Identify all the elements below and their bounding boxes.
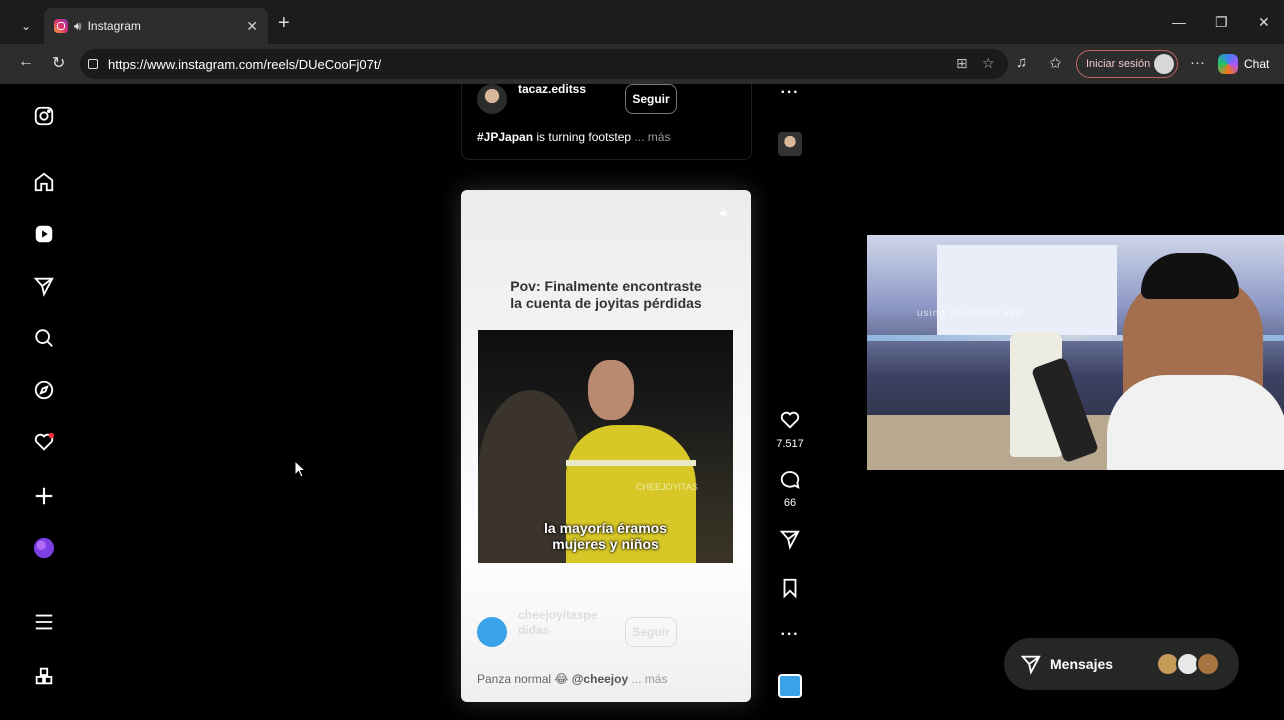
url-text: https://www.instagram.com/reels/DUeCooFj… — [108, 56, 382, 72]
search-icon[interactable] — [32, 326, 56, 350]
mouse-cursor-icon — [294, 460, 306, 478]
copilot-label: Chat — [1244, 57, 1270, 71]
more-menu-icon[interactable] — [32, 610, 56, 634]
profile-avatar-icon — [1154, 54, 1174, 74]
reel-caption[interactable]: Panza normal 😂 @cheejoy ... más — [477, 672, 667, 686]
direct-messages-icon[interactable] — [32, 274, 56, 298]
back-button[interactable]: ← — [18, 53, 34, 71]
refresh-button[interactable]: ↻ — [52, 53, 65, 73]
follow-button[interactable]: Seguir — [625, 84, 677, 114]
message-avatars — [1156, 652, 1222, 676]
like-button[interactable]: 7.517 — [770, 409, 810, 450]
reel-title-line1: Pov: Finalmente encontraste — [510, 278, 702, 294]
new-tab-button[interactable]: + — [278, 13, 290, 33]
video-subtitle: la mayoría éramos mujeres y niños — [478, 520, 733, 552]
tab-title: Instagram — [87, 19, 141, 33]
reel-author-username-line1: cheejoyitaspe — [518, 608, 598, 622]
home-icon[interactable] — [32, 170, 56, 194]
signin-button[interactable]: Iniciar sesión — [1076, 50, 1178, 78]
url-field[interactable]: https://www.instagram.com/reels/DUeCooFj… — [80, 49, 1008, 79]
direct-messages-icon — [1020, 655, 1041, 675]
profile-avatar-icon[interactable] — [32, 536, 56, 560]
app-available-icon[interactable]: ⊞ — [956, 55, 968, 72]
video-subtitle-line2: mujeres y niños — [552, 536, 659, 552]
media-control-icon[interactable]: ♫ — [1016, 54, 1027, 71]
caption-mention[interactable]: @cheejoy — [572, 672, 628, 686]
favorite-star-icon[interactable]: ☆ — [982, 55, 995, 72]
reel-title-text: Pov: Finalmente encontraste la cuenta de… — [461, 278, 751, 312]
reel-action-column: ··· 7.517 66 ··· — [770, 84, 810, 720]
copilot-chat-button[interactable]: Chat — [1218, 50, 1280, 78]
browser-tab-instagram[interactable]: 🔊︎ Instagram ✕ — [44, 8, 268, 44]
webcam-overlay-text: using droidcam app — [917, 308, 1023, 319]
more-options-icon[interactable]: ··· — [770, 84, 810, 102]
room-window — [937, 245, 1117, 335]
heart-icon[interactable] — [779, 409, 801, 431]
bookmark-icon[interactable] — [779, 577, 801, 599]
also-from-meta-icon[interactable] — [32, 664, 56, 688]
minimize-button[interactable]: — — [1172, 14, 1186, 30]
audio-toggle-icon[interactable]: 🔊︎ — [720, 206, 728, 221]
speaker-icon[interactable]: 🔊︎ — [74, 19, 82, 34]
reel-video-frame: CHEEJOYITAS la mayoría éramos mujeres y … — [478, 330, 733, 563]
caption-more-link[interactable]: ... más — [631, 130, 670, 144]
share-button[interactable] — [770, 528, 810, 555]
reel-author-username[interactable]: cheejoyitaspe didas — [518, 608, 608, 638]
instagram-logo-icon[interactable] — [32, 104, 56, 128]
reel-caption[interactable]: #JPJapan is turning footstep ... más — [477, 130, 670, 144]
streamer-shirt — [1107, 375, 1284, 470]
audio-thumbnail[interactable] — [770, 674, 810, 703]
browser-tab-bar: ⌄ 🔊︎ Instagram ✕ + — ❐ ✕ — [0, 0, 1284, 44]
messages-label: Mensajes — [1050, 656, 1114, 672]
like-count: 7.517 — [776, 438, 804, 450]
reel-title-line2: la cuenta de joyitas pérdidas — [510, 295, 702, 311]
signin-label: Iniciar sesión — [1086, 58, 1151, 70]
previous-audio-thumbnail[interactable] — [770, 132, 810, 161]
save-button[interactable] — [770, 577, 810, 604]
comment-count: 66 — [783, 497, 797, 509]
webcam-overlay: using droidcam app — [867, 235, 1284, 470]
more-options-icon[interactable]: ··· — [770, 626, 810, 644]
messages-button[interactable]: Mensajes — [1004, 638, 1239, 690]
reel-author-username-line2: didas — [518, 623, 550, 637]
person-figure — [588, 360, 634, 420]
reels-icon[interactable] — [32, 222, 56, 246]
video-watermark: CHEEJOYITAS — [636, 482, 698, 492]
close-tab-icon[interactable]: ✕ — [246, 18, 258, 35]
reel-author-avatar[interactable] — [477, 617, 507, 647]
caption-text: Panza normal 😂 — [477, 672, 572, 686]
follow-button[interactable]: Seguir — [625, 617, 677, 647]
previous-reel-card[interactable]: tacaz.editss Seguir #JPJapan is turning … — [461, 82, 752, 160]
tab-list-dropdown[interactable]: ⌄ — [12, 12, 40, 40]
streamer-beanie — [1141, 253, 1239, 299]
video-subtitle-line1: la mayoría éramos — [544, 520, 667, 536]
favorites-icon[interactable]: ✩ — [1049, 54, 1062, 72]
reel-video[interactable]: 🔊︎ Pov: Finalmente encontraste la cuenta… — [461, 190, 751, 702]
explore-icon[interactable] — [32, 378, 56, 402]
instagram-favicon-icon — [54, 19, 68, 33]
user-avatar[interactable] — [477, 84, 507, 114]
share-icon[interactable] — [779, 528, 801, 550]
restore-button[interactable]: ❐ — [1215, 14, 1228, 31]
caption-text: is turning footstep — [533, 130, 632, 144]
instagram-sidebar — [10, 84, 80, 720]
notifications-heart-icon[interactable] — [32, 430, 56, 454]
lock-icon[interactable] — [88, 59, 98, 69]
comment-button[interactable]: 66 — [770, 468, 810, 509]
create-plus-icon[interactable] — [32, 484, 56, 508]
caption-more-link[interactable]: ... más — [628, 672, 667, 686]
avatar — [1196, 652, 1220, 676]
username[interactable]: tacaz.editss — [518, 82, 586, 96]
jacket-reflective-stripe — [566, 460, 696, 466]
caption-hashtag[interactable]: #JPJapan — [477, 130, 533, 144]
copilot-icon — [1218, 54, 1238, 74]
more-options-icon[interactable]: ··· — [1190, 54, 1205, 71]
close-window-button[interactable]: ✕ — [1258, 14, 1270, 31]
comment-icon[interactable] — [779, 468, 801, 490]
